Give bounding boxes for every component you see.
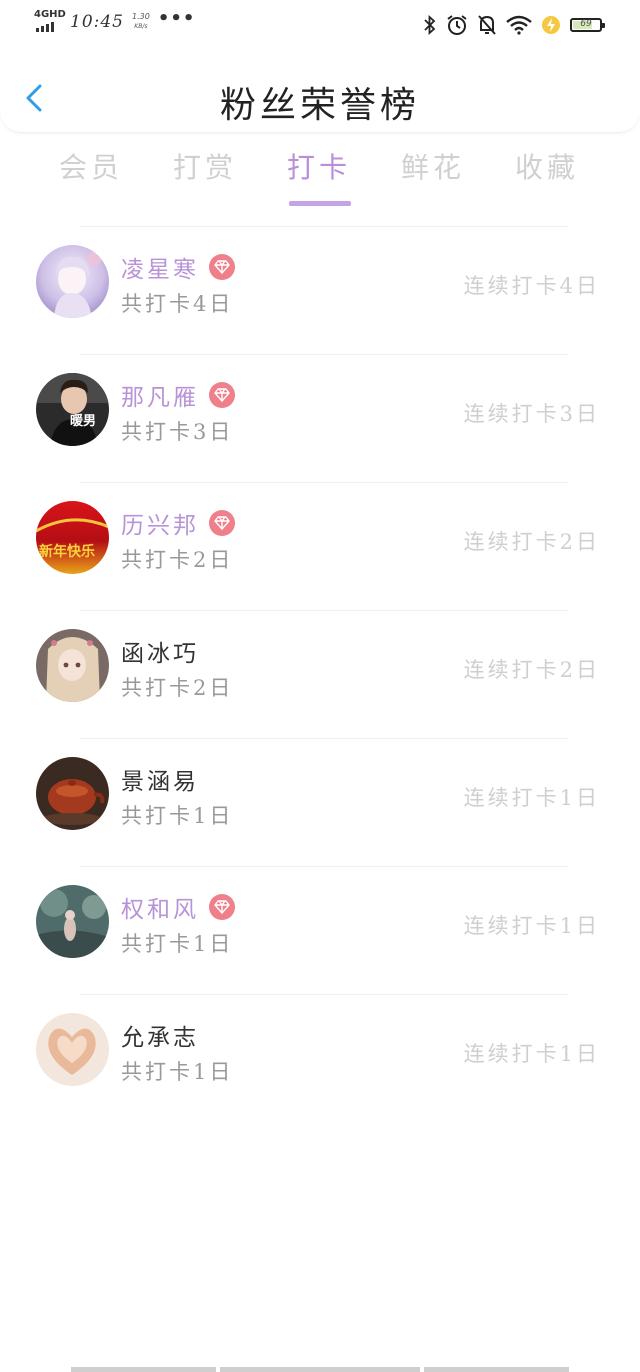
fan-ranking-list: 凌星寒 共打卡4日 连续打卡4日 暖男 那凡雁 共打卡3日 连续打卡3日 新年快… — [0, 226, 640, 1122]
user-name: 那凡雁 — [121, 385, 199, 411]
list-item[interactable]: 函冰巧 共打卡2日 连续打卡2日 — [0, 610, 640, 738]
total-checkin: 共打卡1日 — [121, 1060, 234, 1084]
list-item[interactable]: 暖男 那凡雁 共打卡3日 连续打卡3日 — [0, 354, 640, 482]
page-title: 粉丝荣誉榜 — [219, 85, 420, 126]
user-name: 历兴邦 — [121, 513, 199, 539]
battery-icon: 69 — [570, 18, 605, 32]
network-type: 4GHD — [34, 9, 66, 20]
bluetooth-icon — [424, 15, 436, 35]
total-checkin: 共打卡2日 — [121, 548, 234, 572]
battery-level: 69 — [580, 19, 592, 29]
diamond-icon — [209, 894, 235, 920]
total-checkin: 共打卡1日 — [121, 804, 234, 828]
alarm-icon — [447, 15, 467, 35]
avatar[interactable] — [36, 245, 109, 318]
avatar[interactable]: 暖男 — [36, 373, 109, 446]
signal-icon: 4GHD — [34, 10, 66, 34]
tab-tip[interactable]: 打赏 — [150, 146, 260, 208]
list-item[interactable]: 新年快乐 历兴邦 共打卡2日 连续打卡2日 — [0, 482, 640, 610]
user-name: 函冰巧 — [121, 641, 199, 667]
list-item[interactable]: 权和风 共打卡1日 连续打卡1日 — [0, 866, 640, 994]
total-checkin: 共打卡3日 — [121, 420, 234, 444]
status-time: 10:45 — [70, 12, 124, 32]
total-checkin: 共打卡1日 — [121, 932, 234, 956]
more-notifications-icon: ••• — [157, 8, 196, 29]
avatar[interactable] — [36, 757, 109, 830]
header: 粉丝荣誉榜 — [0, 42, 640, 133]
diamond-icon — [209, 254, 235, 280]
active-tab-indicator — [289, 201, 351, 206]
streak-checkin: 连续打卡1日 — [463, 914, 600, 938]
avatar[interactable] — [36, 629, 109, 702]
mute-bell-icon — [478, 15, 496, 35]
streak-checkin: 连续打卡1日 — [463, 1042, 600, 1066]
user-name: 景涵易 — [121, 769, 199, 795]
network-speed: 1.30 KB/s — [132, 12, 150, 30]
streak-checkin: 连续打卡2日 — [463, 658, 600, 682]
streak-checkin: 连续打卡4日 — [463, 274, 600, 298]
diamond-icon — [209, 510, 235, 536]
user-name: 权和风 — [121, 897, 199, 923]
streak-checkin: 连续打卡1日 — [463, 786, 600, 810]
status-bar: 4GHD 10:45 1.30 KB/s ••• 69 — [0, 0, 640, 48]
list-item[interactable]: 允承志 共打卡1日 连续打卡1日 — [0, 994, 640, 1122]
streak-checkin: 连续打卡2日 — [463, 530, 600, 554]
home-indicator — [0, 1366, 640, 1372]
tab-member[interactable]: 会员 — [36, 146, 146, 208]
tab-favorite[interactable]: 收藏 — [492, 146, 602, 208]
user-name: 凌星寒 — [121, 257, 199, 283]
total-checkin: 共打卡2日 — [121, 676, 234, 700]
tab-flower[interactable]: 鲜花 — [378, 146, 488, 208]
list-item[interactable]: 景涵易 共打卡1日 连续打卡1日 — [0, 738, 640, 866]
charging-icon — [542, 16, 560, 34]
streak-checkin: 连续打卡3日 — [463, 402, 600, 426]
avatar[interactable] — [36, 885, 109, 958]
total-checkin: 共打卡4日 — [121, 292, 234, 316]
avatar[interactable]: 新年快乐 — [36, 501, 109, 574]
wifi-icon — [506, 15, 532, 35]
user-name: 允承志 — [121, 1025, 199, 1051]
tab-checkin[interactable]: 打卡 — [264, 146, 374, 208]
avatar-caption: 新年快乐 — [39, 543, 95, 560]
avatar-caption: 暖男 — [70, 413, 96, 429]
avatar[interactable] — [36, 1013, 109, 1086]
tab-bar: 会员 打赏 打卡 鲜花 收藏 — [0, 146, 640, 208]
diamond-icon — [209, 382, 235, 408]
list-item[interactable]: 凌星寒 共打卡4日 连续打卡4日 — [0, 226, 640, 354]
